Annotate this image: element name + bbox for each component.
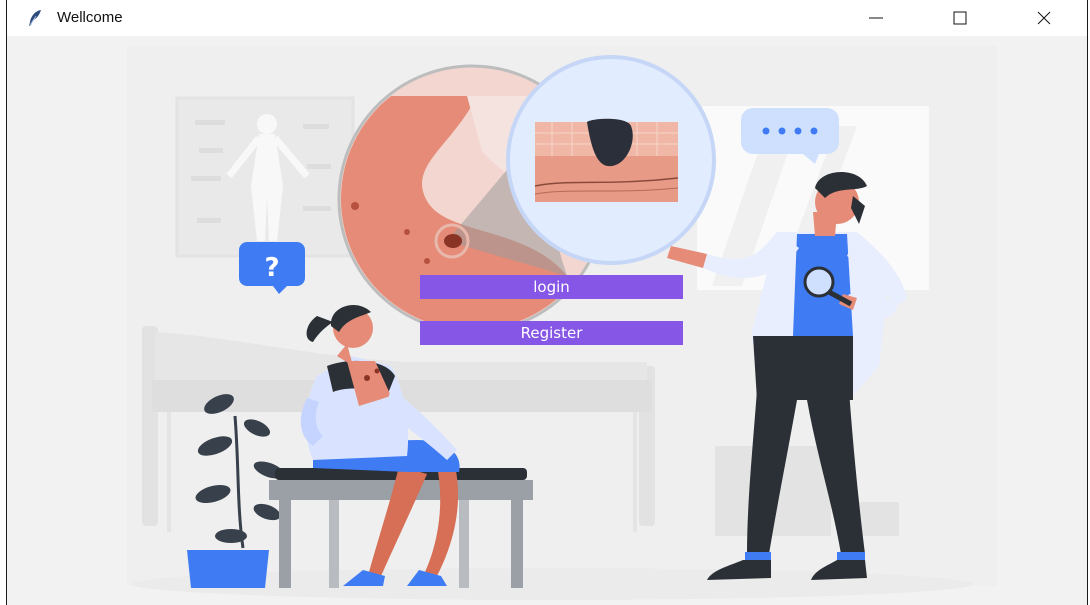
maximize-icon <box>953 11 967 25</box>
question-mark: ? <box>264 253 279 283</box>
minimize-button[interactable] <box>853 0 899 36</box>
minimize-icon <box>869 17 883 19</box>
feather-icon <box>25 8 45 28</box>
login-button[interactable]: login <box>420 275 683 299</box>
content-area: ? login Register <box>7 36 1087 605</box>
close-button[interactable] <box>1021 0 1067 36</box>
app-window: Wellcome ? login Register <box>6 0 1088 605</box>
register-button[interactable]: Register <box>420 321 683 345</box>
title-bar: Wellcome <box>7 0 1087 36</box>
skin-cross-section <box>506 55 716 265</box>
maximize-button[interactable] <box>937 0 983 36</box>
close-icon <box>1037 11 1051 25</box>
anatomy-chart <box>175 96 355 258</box>
window-title: Wellcome <box>57 9 123 26</box>
